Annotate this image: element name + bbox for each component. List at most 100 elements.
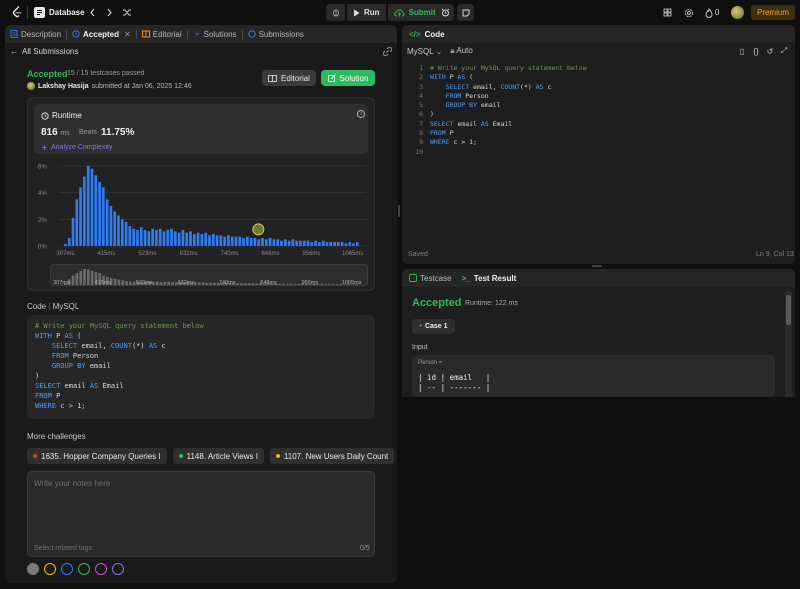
prev-problem-icon[interactable]: [86, 6, 99, 19]
leetcode-logo-icon[interactable]: [11, 6, 23, 19]
tab-testcase[interactable]: Testcase: [409, 274, 452, 283]
post-solution-button[interactable]: Solution: [321, 70, 375, 86]
mini-runtime-bar: [293, 283, 297, 285]
mini-runtime-bar: [79, 271, 82, 285]
submitted-code-block[interactable]: # Write your MySQL query statement below…: [27, 315, 375, 419]
note-color-swatch[interactable]: [61, 563, 73, 575]
streak-fire-icon[interactable]: [703, 7, 714, 18]
language-select[interactable]: MySQL ⌄: [407, 47, 442, 56]
mini-runtime-bar: [324, 284, 327, 285]
problem-list-icon[interactable]: [34, 7, 45, 18]
code-line: WHERE c > 1;: [35, 402, 86, 410]
horizontal-resize-handle[interactable]: [398, 205, 400, 217]
difficulty-dot-icon: [33, 454, 37, 458]
shuffle-icon[interactable]: [120, 6, 133, 19]
tab-accepted[interactable]: Accepted ✕: [67, 25, 136, 43]
note-color-swatch-selected[interactable]: [27, 563, 39, 575]
runtime-bar: [287, 240, 291, 246]
solutions-icon: [193, 30, 201, 38]
format-braces-icon[interactable]: {}: [752, 47, 760, 56]
challenge-chips: 1635. Hopper Company Queries I 1148. Arti…: [27, 448, 395, 464]
vertical-resize-handle[interactable]: [592, 265, 602, 267]
mini-runtime-bar: [255, 283, 259, 285]
topbar-divider: [27, 6, 28, 19]
runtime-bar: [234, 236, 238, 246]
notes-button[interactable]: [457, 4, 474, 21]
result-scrollbar[interactable]: [785, 291, 792, 397]
input-table: | id | email | | -- | ------- |: [418, 373, 490, 393]
runtime-bar: [170, 228, 173, 246]
scrollbar-thumb[interactable]: [786, 295, 791, 325]
premium-button[interactable]: Premium: [751, 5, 795, 20]
table-text-line: | -- | ------- |: [418, 383, 491, 392]
tab-test-result[interactable]: >_ Test Result: [462, 274, 517, 283]
tab-description[interactable]: Description: [5, 25, 66, 43]
back-to-submissions[interactable]: ← All Submissions: [10, 47, 78, 56]
runtime-bar: [174, 231, 177, 246]
settings-gear-icon[interactable]: [683, 7, 694, 18]
edit-icon: [327, 74, 336, 82]
line-number: 3: [419, 82, 423, 91]
code-line: ): [430, 110, 434, 119]
timer-button[interactable]: [437, 4, 454, 21]
problem-list-title[interactable]: Database: [49, 8, 85, 17]
runtime-bar: [132, 228, 135, 246]
user-avatar[interactable]: [731, 6, 744, 19]
tab-solutions[interactable]: Solutions: [188, 25, 242, 43]
tab-editorial[interactable]: Editorial: [137, 25, 187, 43]
tags-selector[interactable]: Select related tags: [34, 545, 92, 552]
runtime-bar: [158, 228, 162, 246]
submission-status: Accepted: [27, 69, 68, 79]
reset-icon[interactable]: ↺: [766, 47, 774, 56]
submit-button[interactable]: Submit: [387, 4, 442, 21]
mini-runtime-bar: [201, 282, 205, 285]
line-number: 4: [419, 91, 423, 100]
debug-button[interactable]: [326, 4, 345, 21]
close-tab-icon[interactable]: ✕: [124, 30, 131, 39]
notes-editor[interactable]: Write your notes here Select related tag…: [27, 471, 375, 557]
bookmark-icon[interactable]: ▯: [738, 47, 746, 56]
editorial-button[interactable]: Editorial: [262, 70, 316, 86]
runtime-bar: [230, 236, 234, 246]
runtime-distribution-chart[interactable]: 6% 4% 2% 0% 307ms 415ms 523ms 632ms 740ms 848ms 95…: [28, 98, 376, 264]
run-button[interactable]: Run: [347, 4, 386, 21]
challenge-chip[interactable]: 1635. Hopper Company Queries I: [27, 448, 167, 464]
share-link-icon[interactable]: [383, 47, 392, 56]
mini-runtime-bar: [289, 283, 293, 285]
runtime-card: Runtime i 816 ms Beats 11.75% Analyze Co…: [27, 97, 375, 291]
username[interactable]: Lakshay Hasija: [38, 83, 89, 90]
mini-runtime-bar: [251, 283, 255, 285]
line-number: 2: [419, 73, 423, 82]
chart-range-selector[interactable]: 307ms 415ms 523ms 632ms 740ms 848ms 956ms 1065m…: [50, 264, 368, 286]
editor-header: </> Code: [402, 25, 795, 43]
runtime-bar: [155, 230, 158, 246]
challenge-chip[interactable]: 1148. Article Views I: [172, 448, 264, 464]
case-1-tab[interactable]: • Case 1: [412, 319, 455, 334]
difficulty-dot-icon: [178, 454, 183, 458]
runtime-bar: [117, 215, 120, 246]
next-problem-icon[interactable]: [103, 6, 116, 19]
auto-mode-toggle[interactable]: 🔒︎ Auto: [450, 46, 473, 56]
expand-icon[interactable]: ⤢: [780, 46, 788, 55]
runtime-bar: [249, 238, 253, 246]
mini-runtime-bar: [335, 284, 339, 285]
layout-grid-icon[interactable]: [662, 7, 673, 18]
runtime-bar: [314, 240, 317, 246]
runtime-bar: [318, 242, 321, 246]
note-color-swatch[interactable]: [95, 563, 107, 575]
editor-toolbar: MySQL ⌄ 🔒︎ Auto: [407, 46, 473, 56]
runtime-bar: [139, 227, 143, 246]
notes-placeholder[interactable]: Write your notes here: [34, 479, 110, 488]
note-color-swatch[interactable]: [78, 563, 90, 575]
note-color-swatch[interactable]: [44, 563, 56, 575]
note-color-swatch[interactable]: [112, 563, 124, 575]
mini-x-tick-label: 848ms: [260, 280, 277, 286]
x-tick-label: 415ms: [97, 251, 115, 257]
runtime-bar: [86, 166, 90, 246]
code-editor-text[interactable]: # Write your MySQL query statement below…: [430, 64, 587, 157]
input-box: Person = | id | email | | -- | ------- |: [412, 355, 775, 397]
challenge-chip[interactable]: 1107. New Users Daily Count: [269, 448, 395, 464]
tab-submissions[interactable]: Submissions: [243, 25, 309, 43]
submission-meta: Lakshay Hasija submitted at Jan 06, 2025…: [27, 82, 192, 90]
runtime-bar: [151, 228, 154, 246]
